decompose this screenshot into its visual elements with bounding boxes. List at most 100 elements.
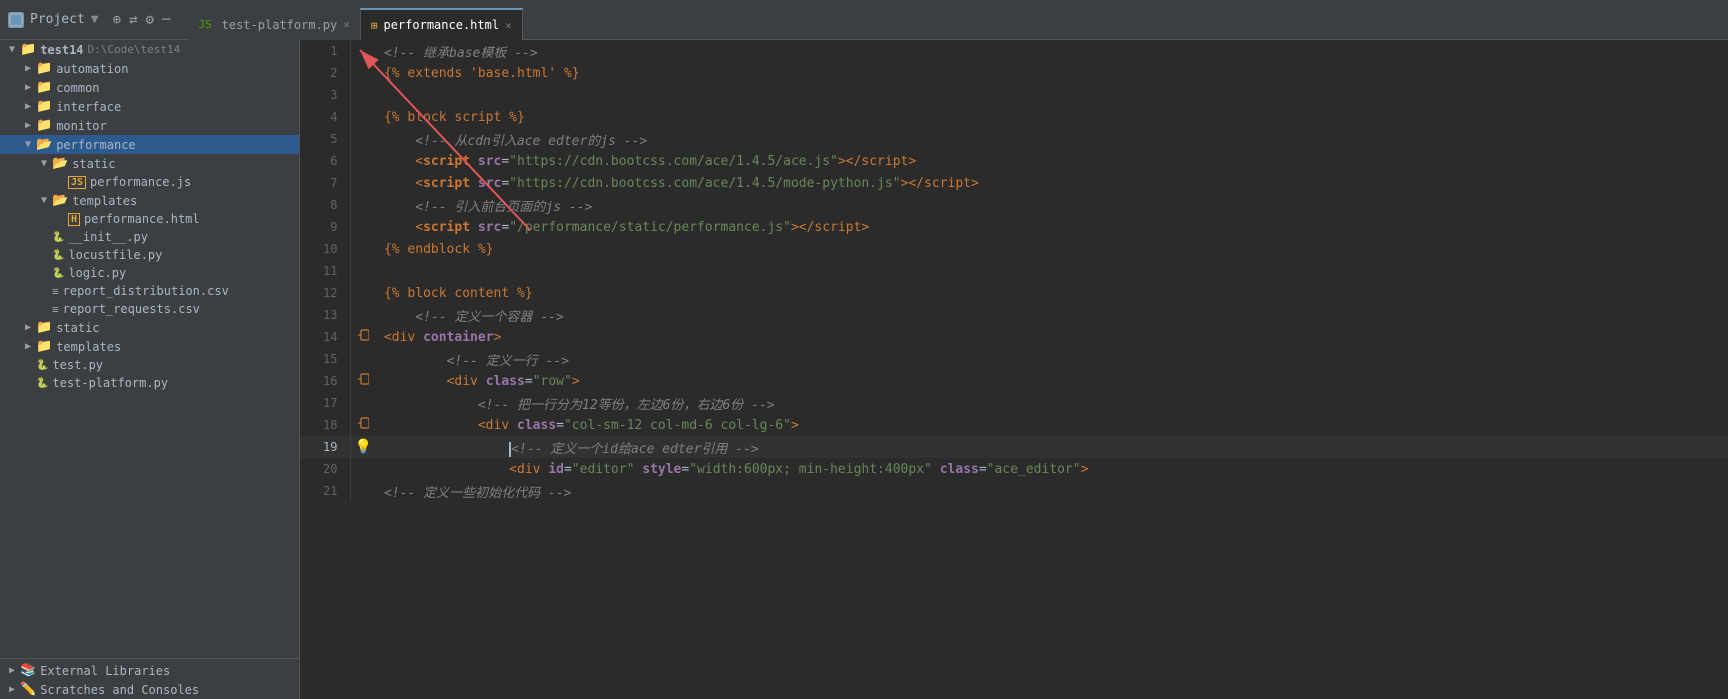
line-num-14: 14 [300,326,350,348]
folder-icon-interface: 📁 [36,99,52,114]
line-num-17: 17 [300,392,350,414]
code-line-20: 20 <div id="editor" style="width:600px; … [300,458,1728,480]
sidebar-item-report-dist[interactable]: ≡ report_distribution.csv [0,282,299,300]
code-content-14[interactable]: <div container> [376,326,1728,348]
sidebar-item-scratches[interactable]: ✏️ Scratches and Consoles [0,680,299,699]
sidebar-item-static-root[interactable]: 📁 static [0,318,299,337]
line-num-12: 12 [300,282,350,304]
tab-py-close[interactable]: ✕ [343,18,350,31]
gutter-21 [350,480,376,502]
code-content-9[interactable]: <script src="/performance/static/perform… [376,216,1728,238]
sidebar-item-perf-html[interactable]: H performance.html [0,210,299,228]
indent-guide-18 [357,417,369,429]
line-num-2: 2 [300,62,350,84]
sidebar-item-templates-perf[interactable]: 📂 templates [0,191,299,210]
code-content-8[interactable]: <!-- 引入前台页面的js --> [376,194,1728,216]
code-content-19[interactable]: <!-- 定义一个id给ace edter引用 --> [376,436,1728,458]
code-content-12[interactable]: {% block content %} [376,282,1728,304]
project-label[interactable]: Project [30,12,85,27]
transfer-icon[interactable]: ⇄ [129,12,137,28]
gutter-19[interactable]: 💡 [350,436,376,458]
sidebar-item-monitor[interactable]: 📁 monitor [0,116,299,135]
sidebar-item-locust-py[interactable]: 🐍 locustfile.py [0,246,299,264]
code-line-14: 14 <div container> [300,326,1728,348]
settings-icon[interactable]: ⚙ [146,12,154,28]
sidebar-item-automation[interactable]: 📁 automation [0,59,299,78]
code-content-18[interactable]: <div class="col-sm-12 col-md-6 col-lg-6"… [376,414,1728,436]
code-line-17: 17 <!-- 把一行分为12等份，左边6份，右边6份 --> [300,392,1728,414]
code-content-4[interactable]: {% block script %} [376,106,1728,128]
folder-icon-common: 📁 [36,80,52,95]
tab-html[interactable]: ⊞ performance.html ✕ [360,8,523,40]
sidebar-item-common[interactable]: 📁 common [0,78,299,97]
tag-9-close: ></script> [791,220,869,235]
js-file-icon-perf: JS [68,176,86,189]
comment-1: <!-- 继承base模板 --> [384,46,538,61]
sidebar-item-templates-root[interactable]: 📁 templates [0,337,299,356]
line-num-1: 1 [300,40,350,62]
code-content-16[interactable]: <div class="row"> [376,370,1728,392]
code-content-2[interactable]: {% extends 'base.html' %} [376,62,1728,84]
code-line-15: 15 <!-- 定义一行 --> [300,348,1728,370]
sidebar-item-root[interactable]: 📁 test14 D:\Code\test14 [0,40,299,59]
code-line-10: 10 {% endblock %} [300,238,1728,260]
code-content-1[interactable]: <!-- 继承base模板 --> [376,40,1728,62]
eq-16: = [525,374,533,389]
line-num-3: 3 [300,84,350,106]
code-table: 1 <!-- 继承base模板 --> 2 {% extends 'base.h… [300,40,1728,502]
project-dropdown-icon[interactable]: ▼ [91,12,99,27]
sidebar-item-test-platform-py[interactable]: 🐍 test-platform.py [0,374,299,392]
tree-arrow-static-perf [36,158,52,169]
code-content-6[interactable]: <script src="https://cdn.bootcss.com/ace… [376,150,1728,172]
sidebar-item-ext-libs[interactable]: 📚 External Libraries [0,658,299,680]
tree-label-locust-py: locustfile.py [68,248,162,262]
minimize-icon[interactable]: ─ [162,12,170,28]
sidebar-item-test-py[interactable]: 🐍 test.py [0,356,299,374]
py-file-icon-test-platform: 🐍 [36,378,48,389]
sidebar-item-logic-py[interactable]: 🐍 logic.py [0,264,299,282]
str-6: "https://cdn.bootcss.com/ace/1.4.5/ace.j… [509,154,838,169]
line-num-9: 9 [300,216,350,238]
line-num-19: 19 [300,436,350,458]
code-content-13[interactable]: <!-- 定义一个容器 --> [376,304,1728,326]
code-content-17[interactable]: <!-- 把一行分为12等份，左边6份，右边6份 --> [376,392,1728,414]
gutter-9 [350,216,376,238]
sidebar-item-static-perf[interactable]: 📂 static [0,154,299,173]
code-content-21[interactable]: <!-- 定义一些初始化代码 --> [376,480,1728,502]
code-content-3[interactable] [376,84,1728,106]
sidebar-item-init-py[interactable]: 🐍 __init__.py [0,228,299,246]
editor-area[interactable]: 1 <!-- 继承base模板 --> 2 {% extends 'base.h… [300,40,1728,699]
comment-19: <!-- 定义一个id给ace edter引用 --> [511,442,759,457]
tab-py[interactable]: JS test-platform.py ✕ [188,8,359,40]
code-content-7[interactable]: <script src="https://cdn.bootcss.com/ace… [376,172,1728,194]
sidebar-item-performance[interactable]: 📂 performance [0,135,299,154]
bulb-icon-19[interactable]: 💡 [355,439,372,455]
tab-html-close[interactable]: ✕ [505,19,512,32]
editor-content[interactable]: 1 <!-- 继承base模板 --> 2 {% extends 'base.h… [300,40,1728,699]
code-content-11[interactable] [376,260,1728,282]
folder-icon-templates-root: 📁 [36,339,52,354]
gutter-16 [350,370,376,392]
line-num-20: 20 [300,458,350,480]
sidebar-item-interface[interactable]: 📁 interface [0,97,299,116]
code-content-20[interactable]: <div id="editor" style="width:600px; min… [376,458,1728,480]
tree-label-performance: performance [56,138,135,152]
ext-libs-icon: 📚 [20,663,36,678]
sidebar-item-perf-js[interactable]: JS performance.js [0,173,299,191]
attr-20-id: id [548,462,564,477]
code-content-15[interactable]: <!-- 定义一行 --> [376,348,1728,370]
globe-icon[interactable]: ⊕ [113,12,121,28]
code-content-5[interactable]: <!-- 从cdn引入ace edter的js --> [376,128,1728,150]
tag-18-close: > [791,418,799,433]
line-num-5: 5 [300,128,350,150]
sidebar-item-report-req[interactable]: ≡ report_requests.csv [0,300,299,318]
code-content-10[interactable]: {% endblock %} [376,238,1728,260]
code-line-16: 16 <div class="row"> [300,370,1728,392]
tree-label-perf-html: performance.html [84,212,200,226]
tree-arrow-ext-libs [4,665,20,676]
gutter-11 [350,260,376,282]
tag-18: <div [478,418,517,433]
jinja-10: {% endblock %} [384,242,494,257]
tree-label-test-platform-py: test-platform.py [52,376,168,390]
main-content: 📁 test14 D:\Code\test14 📁 automation 📁 c… [0,40,1728,699]
